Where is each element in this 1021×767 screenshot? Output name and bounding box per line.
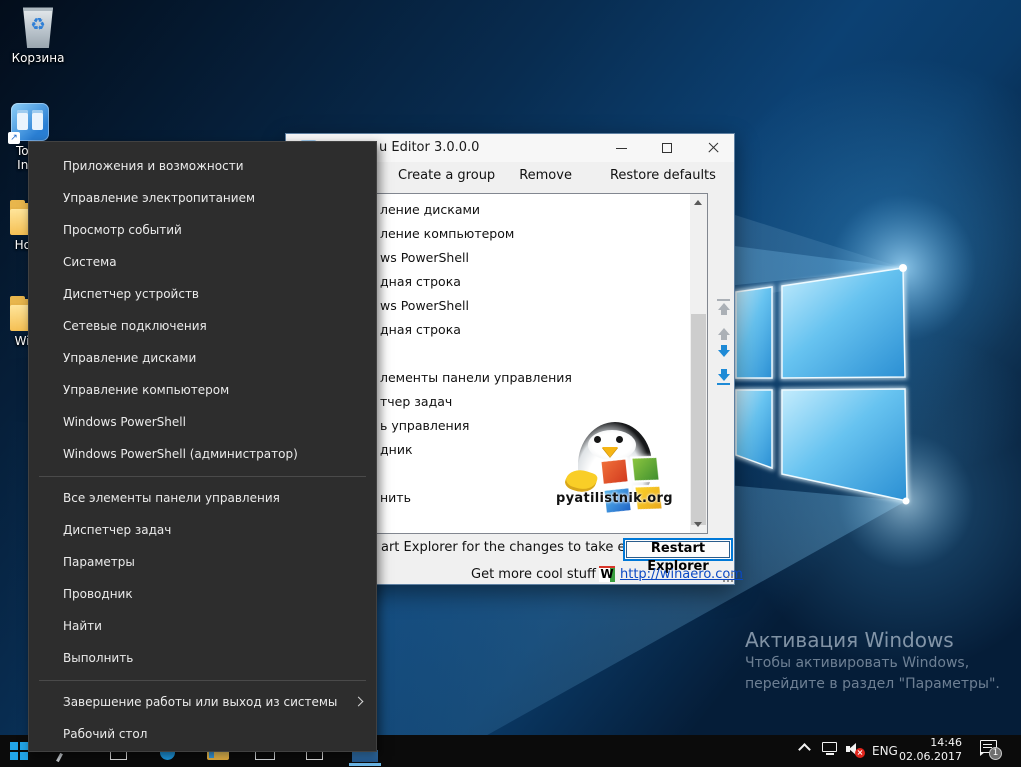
restore-defaults-button[interactable]: Restore defaults: [605, 166, 721, 185]
notification-badge: 1: [989, 747, 1002, 760]
menu-item-device-manager[interactable]: Диспетчер устройств: [29, 278, 376, 310]
menu-item-power-options[interactable]: Управление электропитанием: [29, 182, 376, 214]
tray-clock[interactable]: 14:46 02.06.2017: [898, 736, 962, 764]
move-to-top-icon: [715, 299, 733, 317]
menu-item-run[interactable]: Выполнить: [29, 642, 376, 674]
desktop-screen: Активация Windows Чтобы активировать Win…: [0, 0, 1021, 767]
footer-text: Get more cool stuff at: [471, 567, 613, 582]
language-indicator[interactable]: ENG: [872, 744, 898, 758]
pyatilistnik-watermark: pyatilistnik.org: [556, 417, 676, 525]
menu-item-powershell-admin[interactable]: Windows PowerShell (администратор): [29, 438, 376, 470]
menu-item-disk-management[interactable]: Управление дисками: [29, 342, 376, 374]
recycle-bin-icon: ♻: [21, 6, 55, 48]
move-to-bottom-button[interactable]: [715, 367, 733, 385]
minimize-button[interactable]: [598, 134, 644, 162]
menu-item-powershell[interactable]: Windows PowerShell: [29, 406, 376, 438]
remove-button[interactable]: Remove: [514, 166, 577, 185]
move-to-top-button[interactable]: [715, 299, 733, 317]
taskbar-app-sliver[interactable]: [306, 752, 323, 760]
icon-label: Корзина: [10, 51, 66, 65]
scrollbar-thumb[interactable]: [691, 314, 706, 525]
move-up-icon: [715, 324, 733, 342]
taskbar-taskview-sliver[interactable]: [110, 751, 127, 760]
volume-muted-icon[interactable]: ×: [846, 742, 864, 756]
move-to-bottom-icon: [715, 367, 733, 385]
scroll-down-button[interactable]: [690, 516, 707, 533]
restart-explorer-button[interactable]: Restart Explorer: [623, 538, 733, 561]
close-button[interactable]: [690, 134, 736, 162]
maximize-button[interactable]: [644, 134, 690, 162]
move-up-button[interactable]: [715, 324, 733, 342]
scroll-up-button[interactable]: [690, 194, 707, 211]
mute-badge: ×: [855, 748, 865, 758]
taskbar-search-sliver[interactable]: [56, 753, 63, 762]
tray-time: 14:46: [898, 736, 962, 750]
menu-item-task-manager[interactable]: Диспетчер задач: [29, 514, 376, 546]
activation-line1: Чтобы активировать Windows,: [745, 653, 1000, 674]
activation-title: Активация Windows: [745, 627, 1000, 653]
restart-hint-text: art Explorer for the changes to take eff…: [381, 540, 659, 555]
menu-item-event-viewer[interactable]: Просмотр событий: [29, 214, 376, 246]
taskbar-explorer-sliver[interactable]: [207, 751, 229, 760]
menu-item-network-connections[interactable]: Сетевые подключения: [29, 310, 376, 342]
winaero-link[interactable]: http://winaero.com: [620, 567, 743, 582]
menu-item-search[interactable]: Найти: [29, 610, 376, 642]
minimize-icon: [616, 148, 627, 149]
menu-item-shutdown-signout[interactable]: Завершение работы или выход из системы: [29, 686, 376, 718]
scroll-up-icon: [694, 200, 702, 205]
create-group-button[interactable]: Create a group: [393, 166, 500, 185]
windows-logo-icon: [10, 742, 18, 750]
menu-item-apps-features[interactable]: Приложения и возможности: [29, 150, 376, 182]
tray-date: 02.06.2017: [898, 750, 962, 764]
menu-item-system[interactable]: Система: [29, 246, 376, 278]
vertical-scrollbar[interactable]: [690, 194, 707, 533]
menu-item-desktop[interactable]: Рабочий стол: [29, 718, 376, 750]
taskbar-store-sliver[interactable]: [255, 752, 275, 760]
watermark-caption: pyatilistnik.org: [556, 491, 672, 506]
maximize-icon: [662, 143, 672, 153]
scroll-down-icon: [694, 522, 702, 527]
desktop-icon-recycle-bin[interactable]: ♻ Корзина: [10, 6, 66, 65]
winx-menu: Приложения и возможности Управление элек…: [28, 141, 377, 752]
activation-line2: перейдите в раздел "Параметры".: [745, 674, 1000, 695]
activation-watermark: Активация Windows Чтобы активировать Win…: [745, 627, 1000, 695]
network-icon[interactable]: [821, 741, 839, 755]
move-down-icon: [715, 343, 733, 361]
winaero-logo-icon: W: [599, 566, 615, 582]
menu-separator: [39, 680, 366, 681]
menu-item-file-explorer[interactable]: Проводник: [29, 578, 376, 610]
shortcut-arrow-icon: ↗: [8, 132, 20, 144]
menu-item-computer-management[interactable]: Управление компьютером: [29, 374, 376, 406]
start-button[interactable]: [10, 742, 29, 761]
resize-grip[interactable]: [723, 572, 725, 574]
menu-item-settings[interactable]: Параметры: [29, 546, 376, 578]
total-commander-icon: ↗: [11, 103, 49, 141]
menu-item-control-panel-items[interactable]: Все элементы панели управления: [29, 482, 376, 514]
window-title: u Editor 3.0.0.0: [379, 134, 479, 162]
menu-separator: [39, 476, 366, 477]
windows-flag-icon: [599, 449, 666, 520]
submenu-arrow-icon: [354, 697, 364, 707]
move-down-button[interactable]: [715, 343, 733, 361]
taskbar-active-underline: [349, 763, 381, 766]
